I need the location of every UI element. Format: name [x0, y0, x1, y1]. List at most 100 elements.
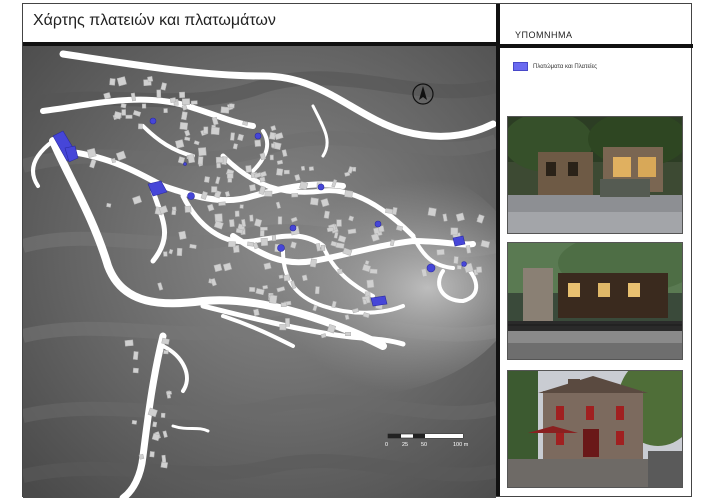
building — [278, 274, 284, 279]
building — [283, 169, 290, 175]
legend-heading: ΥΠΟΜΝΗΜΑ — [515, 30, 573, 40]
building — [262, 284, 269, 290]
building — [453, 256, 459, 264]
building — [160, 412, 166, 418]
building — [279, 324, 287, 331]
building — [280, 302, 287, 307]
building — [113, 111, 122, 120]
building — [210, 126, 220, 136]
building — [178, 230, 187, 240]
building — [106, 202, 112, 208]
building — [179, 91, 186, 98]
building — [291, 193, 299, 198]
square-marker — [317, 183, 325, 191]
building — [309, 258, 317, 268]
building — [174, 139, 185, 149]
building — [147, 76, 154, 83]
building — [216, 162, 221, 169]
building — [220, 106, 230, 114]
building — [369, 268, 378, 274]
building — [245, 165, 252, 173]
square-marker — [254, 132, 262, 140]
building — [436, 248, 445, 256]
building — [347, 228, 357, 235]
building — [348, 215, 355, 222]
building — [269, 154, 274, 161]
building — [131, 420, 138, 425]
building — [138, 453, 145, 460]
building — [211, 186, 218, 193]
building — [109, 78, 116, 86]
building — [249, 287, 256, 292]
building — [213, 263, 223, 273]
building — [138, 123, 143, 130]
building — [234, 210, 240, 217]
building — [308, 166, 314, 171]
vertical-divider — [496, 4, 500, 496]
building — [152, 421, 158, 428]
building — [116, 76, 127, 87]
scale-bar — [387, 433, 464, 439]
map-sheet: Χάρτης πλατειών και πλατωμάτων ΥΠΟΜΝΗΜΑ … — [22, 3, 693, 498]
square-marker — [370, 295, 388, 307]
building — [268, 294, 278, 304]
building — [260, 237, 269, 247]
building — [169, 97, 177, 104]
scale-label: 100 m — [453, 442, 469, 448]
map-view[interactable]: 0 25 50 100 m — [23, 46, 496, 498]
building — [277, 216, 283, 225]
building — [263, 262, 272, 270]
square-marker — [374, 220, 382, 228]
building — [271, 234, 277, 242]
building — [198, 147, 207, 157]
building — [179, 122, 189, 131]
building — [125, 114, 133, 119]
building — [271, 143, 276, 148]
building — [187, 154, 196, 164]
building — [299, 181, 309, 190]
building — [344, 190, 354, 198]
photo-cafe-pergola — [507, 242, 683, 360]
building — [455, 212, 465, 222]
building — [203, 176, 211, 183]
building — [180, 111, 188, 121]
building — [253, 308, 260, 317]
building — [229, 219, 235, 228]
building — [215, 156, 224, 164]
building — [163, 108, 168, 113]
building — [184, 205, 192, 213]
square-marker — [277, 244, 285, 252]
building — [301, 274, 308, 282]
building — [166, 390, 173, 396]
building — [132, 367, 139, 374]
building — [249, 214, 254, 222]
building — [149, 451, 155, 458]
building — [366, 279, 375, 289]
building — [120, 103, 127, 109]
building — [111, 157, 116, 164]
building — [160, 461, 169, 469]
building — [181, 98, 190, 105]
building — [254, 139, 262, 147]
building — [264, 190, 273, 197]
map-canvas: 0 25 50 100 m — [23, 46, 496, 498]
square-marker — [426, 263, 436, 273]
building — [320, 244, 326, 251]
building — [476, 266, 483, 274]
scale-label: 25 — [402, 442, 408, 448]
building — [226, 173, 234, 179]
building — [391, 207, 398, 216]
building — [326, 226, 334, 233]
building — [345, 331, 352, 337]
building — [124, 339, 134, 347]
building — [259, 176, 266, 183]
building — [260, 226, 268, 231]
building — [276, 168, 284, 176]
legend-swatch — [513, 62, 528, 71]
building — [247, 241, 255, 247]
building — [132, 351, 139, 360]
building — [121, 109, 126, 116]
building — [156, 89, 162, 99]
building — [218, 201, 226, 206]
building — [86, 148, 97, 158]
